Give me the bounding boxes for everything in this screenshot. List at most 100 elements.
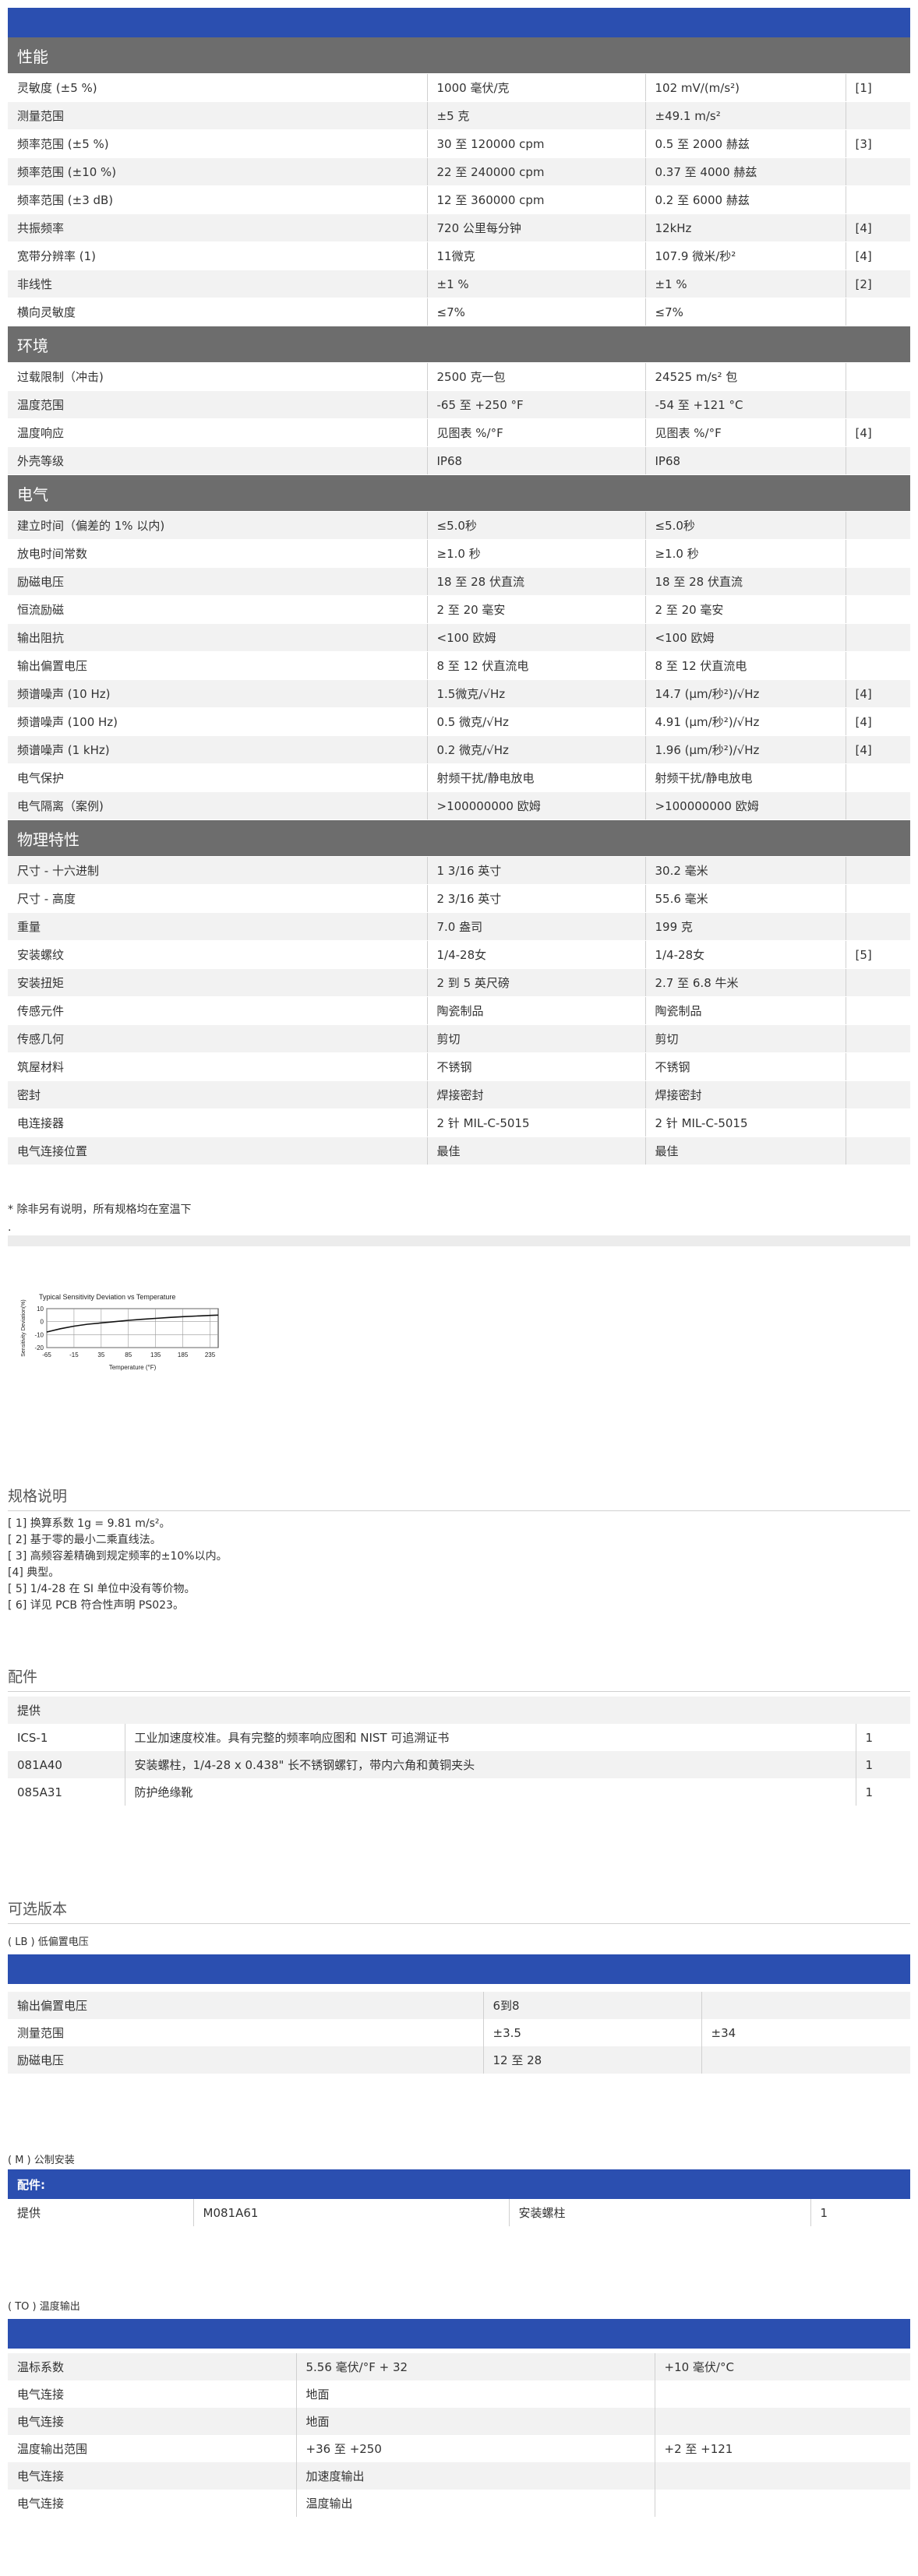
spec-value-imperial: ±1 %: [427, 270, 646, 298]
to-label: 电气连接: [8, 2462, 297, 2490]
spec-label: 建立时间（偏差的 1% 以内): [8, 511, 428, 540]
lb-value-si: [701, 1992, 910, 2019]
spec-value-imperial: 焊接密封: [427, 1080, 646, 1109]
spec-value-si: 射频干扰/静电放电: [645, 763, 846, 792]
spec-value-si: ±1 %: [645, 270, 846, 298]
spec-row: 尺寸 - 高度 2 3/16 英寸 55.6 毫米: [8, 884, 910, 913]
spec-note-ref: [4]: [846, 213, 910, 242]
section-title: 环境: [8, 326, 910, 363]
footnote: * 除非另有说明，所有规格均在室温下: [8, 1203, 192, 1216]
spec-row: 电气连接位置 最佳 最佳: [8, 1136, 910, 1165]
y-tick-label: -20: [34, 1344, 44, 1351]
spec-note-ref: [1]: [846, 73, 910, 102]
lb-label: 励磁电压: [8, 2046, 484, 2074]
dot-marker: .: [8, 1221, 12, 1234]
x-tick-label: 135: [150, 1351, 161, 1358]
spec-row: 筑屋材料 不锈钢 不锈钢: [8, 1052, 910, 1081]
spec-row: 电气保护 射频干扰/静电放电 射频干扰/静电放电: [8, 763, 910, 792]
x-tick-label: -65: [42, 1351, 51, 1358]
series-line: [46, 1314, 219, 1333]
spec-value-si: 12kHz: [645, 213, 846, 242]
spec-note-ref: [846, 567, 910, 596]
spec-value-imperial: ≤7%: [427, 298, 646, 326]
page: 性能 灵敏度 (±5 %) 1000 毫伏/克 102 mV/(m/s²) [1] 测量范…: [8, 0, 911, 2517]
y-tick-label: 10: [37, 1306, 44, 1313]
spec-note-ref: [2]: [846, 270, 910, 298]
spec-label: 温度范围: [8, 390, 428, 419]
spec-row: 频率范围 (±3 dB) 12 至 360000 cpm 0.2 至 6000 赫兹: [8, 185, 910, 214]
spec-value-imperial: -65 至 +250 °F: [427, 390, 646, 419]
spec-row: 输出偏置电压 8 至 12 伏直流电 8 至 12 伏直流电: [8, 651, 910, 680]
spec-value-si: 4.91 (μm/秒²)/√Hz: [645, 707, 846, 736]
to-value: 5.56 毫伏/°F + 32: [296, 2353, 655, 2380]
x-tick-label: -15: [69, 1351, 79, 1358]
note-item: [4] 典型。: [8, 1566, 60, 1579]
m-title: ( M ) 公制安装: [8, 2155, 75, 2166]
to-row: 电气连接 地面: [8, 2380, 910, 2408]
spec-value-imperial: 2 3/16 英寸: [427, 884, 646, 913]
spec-row: 测量范围 ±5 克 ±49.1 m/s²: [8, 101, 910, 130]
spec-label: 宽带分辨率 (1): [8, 241, 428, 270]
spec-row: 频率范围 (±5 %) 30 至 120000 cpm 0.5 至 2000 赫兹[…: [8, 129, 910, 158]
spec-label: 非线性: [8, 270, 428, 298]
spec-note-ref: [846, 1108, 910, 1137]
spec-label: 频率范围 (±10 %): [8, 157, 428, 186]
separator-band: [8, 1235, 910, 1246]
spec-label: 筑屋材料: [8, 1052, 428, 1081]
spec-value-si: 陶瓷制品: [645, 996, 846, 1025]
spec-value-si: 见图表 %/°F: [645, 418, 846, 447]
spec-value-si: -54 至 +121 °C: [645, 390, 846, 419]
spec-label: 测量范围: [8, 101, 428, 130]
spec-value-imperial: 30 至 120000 cpm: [427, 129, 646, 158]
accessory-model: ICS-1: [8, 1724, 125, 1751]
to-value-si: [655, 2490, 910, 2517]
spec-value-si: 不锈钢: [645, 1052, 846, 1081]
lb-table: 输出偏置电压 6到8 测量范围 ±3.5 ±34 励磁电压 12 至 28: [8, 1992, 910, 2074]
spec-label: 输出偏置电压: [8, 651, 428, 680]
section-title: 电气: [8, 474, 910, 512]
spec-value-si: 14.7 (μm/秒²)/√Hz: [645, 679, 846, 708]
spec-note-ref: [846, 101, 910, 130]
chart-title: Typical Sensitivity Deviation vs Tempera…: [39, 1293, 175, 1301]
spec-value-imperial: ±5 克: [427, 101, 646, 130]
lb-value: 6到8: [483, 1992, 702, 2019]
spec-note-ref: [846, 996, 910, 1025]
lb-banner: [8, 1954, 910, 1984]
accessory-row: ICS-1 工业加速度校准。具有完整的频率响应图和 NIST 可追溯证书 1: [8, 1724, 911, 1751]
spec-row: 传感元件 陶瓷制品 陶瓷制品: [8, 996, 910, 1025]
spec-value-si: 2 针 MIL-C-5015: [645, 1108, 846, 1137]
to-row: 电气连接 加速度输出: [8, 2462, 910, 2490]
spec-row: 外壳等级 IP68 IP68: [8, 446, 910, 475]
spec-note-ref: [846, 1080, 910, 1109]
section-row: 环境: [8, 326, 910, 363]
spec-value-si: 18 至 28 伏直流: [645, 567, 846, 596]
spec-note-ref: [846, 856, 910, 885]
spec-value-imperial: 11微克: [427, 241, 646, 270]
spec-row: 安装扭矩 2 到 5 英尺磅 2.7 至 6.8 牛米: [8, 968, 910, 997]
accessory-supply-label: 提供: [8, 1697, 911, 1724]
spec-value-imperial: >100000000 欧姆: [427, 791, 646, 820]
to-value: 温度输出: [296, 2490, 655, 2517]
spec-label: 灵敏度 (±5 %): [8, 73, 428, 102]
spec-note-ref: [4]: [846, 707, 910, 736]
to-title: ( TO ) 温度输出: [8, 2301, 80, 2313]
spec-row: 恒流励磁 2 至 20 毫安 2 至 20 毫安: [8, 595, 910, 624]
y-axis-label: Sensitivity Deviation(%): [21, 1299, 26, 1357]
spec-value-si: 剪切: [645, 1024, 846, 1053]
spec-value-si: <100 欧姆: [645, 623, 846, 652]
spec-row: 安装螺纹 1/4-28女 1/4-28女 [5]: [8, 940, 910, 969]
spec-note-ref: [846, 884, 910, 913]
note-item: [ 5] 1/4-28 在 SI 单位中没有等价物。: [8, 1583, 196, 1595]
spec-label: 过载限制（冲击): [8, 362, 428, 391]
spec-value-imperial: 剪切: [427, 1024, 646, 1053]
spec-note-ref: [846, 390, 910, 419]
to-row: 温度输出范围 +36 至 +250 +2 至 +121: [8, 2435, 910, 2462]
spec-label: 安装螺纹: [8, 940, 428, 969]
spec-value-imperial: 射频干扰/静电放电: [427, 763, 646, 792]
spec-value-si: 30.2 毫米: [645, 856, 846, 885]
to-label: 温标系数: [8, 2353, 297, 2380]
spec-row: 传感几何 剪切 剪切: [8, 1024, 910, 1053]
spec-value-si: ±49.1 m/s²: [645, 101, 846, 130]
spec-note-ref: [846, 651, 910, 680]
accessory-qty: 1: [856, 1751, 911, 1778]
